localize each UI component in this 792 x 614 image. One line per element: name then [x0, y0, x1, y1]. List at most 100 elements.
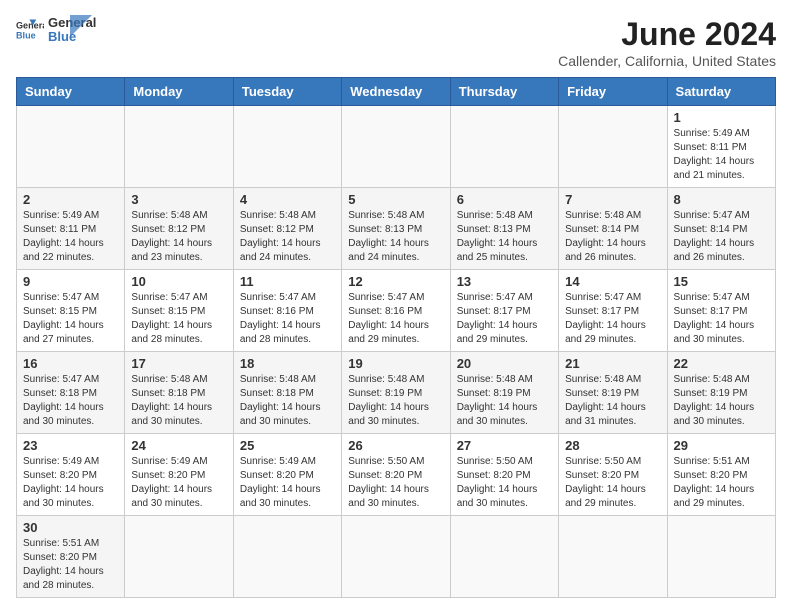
weekday-header-saturday: Saturday — [667, 78, 775, 106]
day-info: Sunrise: 5:47 AM Sunset: 8:17 PM Dayligh… — [565, 291, 660, 347]
day-info: Sunrise: 5:48 AM Sunset: 8:19 PM Dayligh… — [348, 373, 443, 429]
day-info: Sunrise: 5:47 AM Sunset: 8:16 PM Dayligh… — [240, 291, 335, 347]
calendar-day-cell: 30 Sunrise: 5:51 AM Sunset: 8:20 PM Dayli… — [17, 516, 125, 598]
day-number: 2 — [23, 192, 118, 207]
calendar-day-cell: 12 Sunrise: 5:47 AM Sunset: 8:16 PM Dayli… — [342, 270, 450, 352]
day-number: 4 — [240, 192, 335, 207]
calendar-week-row: 9Sunrise: 5:47 AM Sunset: 8:15 PM Daylig… — [17, 270, 776, 352]
weekday-header-monday: Monday — [125, 78, 233, 106]
calendar-day-cell: 18 Sunrise: 5:48 AM Sunset: 8:18 PM Dayli… — [233, 352, 341, 434]
day-number: 5 — [348, 192, 443, 207]
day-info: Sunrise: 5:50 AM Sunset: 8:20 PM Dayligh… — [457, 455, 552, 511]
weekday-header-thursday: Thursday — [450, 78, 558, 106]
day-number: 6 — [457, 192, 552, 207]
weekday-header-row: SundayMondayTuesdayWednesdayThursdayFrid… — [17, 78, 776, 106]
day-number: 25 — [240, 438, 335, 453]
svg-text:Blue: Blue — [16, 31, 36, 41]
day-number: 3 — [131, 192, 226, 207]
day-info: Sunrise: 5:47 AM Sunset: 8:17 PM Dayligh… — [674, 291, 769, 347]
calendar-day-cell: 17 Sunrise: 5:48 AM Sunset: 8:18 PM Dayli… — [125, 352, 233, 434]
calendar-day-cell: 20 Sunrise: 5:48 AM Sunset: 8:19 PM Dayli… — [450, 352, 558, 434]
day-info: Sunrise: 5:51 AM Sunset: 8:20 PM Dayligh… — [23, 537, 118, 593]
calendar-week-row: 30 Sunrise: 5:51 AM Sunset: 8:20 PM Dayli… — [17, 516, 776, 598]
weekday-header-tuesday: Tuesday — [233, 78, 341, 106]
day-number: 1 — [674, 110, 769, 125]
day-info: Sunrise: 5:48 AM Sunset: 8:12 PM Dayligh… — [131, 209, 226, 265]
calendar-day-cell: 14Sunrise: 5:47 AM Sunset: 8:17 PM Dayli… — [559, 270, 667, 352]
calendar-day-cell: 11Sunrise: 5:47 AM Sunset: 8:16 PM Dayli… — [233, 270, 341, 352]
day-number: 29 — [674, 438, 769, 453]
day-number: 26 — [348, 438, 443, 453]
day-number: 30 — [23, 520, 118, 535]
page-header: General Blue General Blue June 2024 Call… — [16, 16, 776, 69]
calendar-day-cell: 9Sunrise: 5:47 AM Sunset: 8:15 PM Daylig… — [17, 270, 125, 352]
calendar-day-cell: 13Sunrise: 5:47 AM Sunset: 8:17 PM Dayli… — [450, 270, 558, 352]
empty-day-cell — [233, 106, 341, 188]
calendar-day-cell: 22 Sunrise: 5:48 AM Sunset: 8:19 PM Dayli… — [667, 352, 775, 434]
day-info: Sunrise: 5:48 AM Sunset: 8:19 PM Dayligh… — [457, 373, 552, 429]
location-subtitle: Callender, California, United States — [558, 53, 776, 69]
calendar-day-cell: 10 Sunrise: 5:47 AM Sunset: 8:15 PM Dayli… — [125, 270, 233, 352]
day-info: Sunrise: 5:48 AM Sunset: 8:18 PM Dayligh… — [131, 373, 226, 429]
calendar-day-cell: 15 Sunrise: 5:47 AM Sunset: 8:17 PM Dayli… — [667, 270, 775, 352]
day-info: Sunrise: 5:48 AM Sunset: 8:19 PM Dayligh… — [674, 373, 769, 429]
weekday-header-friday: Friday — [559, 78, 667, 106]
calendar-day-cell: 2Sunrise: 5:49 AM Sunset: 8:11 PM Daylig… — [17, 188, 125, 270]
day-info: Sunrise: 5:47 AM Sunset: 8:15 PM Dayligh… — [131, 291, 226, 347]
svg-text:General: General — [16, 21, 44, 31]
calendar-day-cell: 27 Sunrise: 5:50 AM Sunset: 8:20 PM Dayli… — [450, 434, 558, 516]
calendar-day-cell: 8Sunrise: 5:47 AM Sunset: 8:14 PM Daylig… — [667, 188, 775, 270]
day-number: 21 — [565, 356, 660, 371]
calendar-day-cell: 26 Sunrise: 5:50 AM Sunset: 8:20 PM Dayli… — [342, 434, 450, 516]
general-blue-logo-icon: General Blue — [16, 16, 44, 44]
day-number: 24 — [131, 438, 226, 453]
empty-day-cell — [125, 516, 233, 598]
calendar-day-cell: 29 Sunrise: 5:51 AM Sunset: 8:20 PM Dayli… — [667, 434, 775, 516]
empty-day-cell — [667, 516, 775, 598]
day-number: 28 — [565, 438, 660, 453]
empty-day-cell — [233, 516, 341, 598]
day-number: 10 — [131, 274, 226, 289]
day-number: 18 — [240, 356, 335, 371]
calendar-day-cell: 21Sunrise: 5:48 AM Sunset: 8:19 PM Dayli… — [559, 352, 667, 434]
empty-day-cell — [17, 106, 125, 188]
day-info: Sunrise: 5:48 AM Sunset: 8:14 PM Dayligh… — [565, 209, 660, 265]
empty-day-cell — [450, 516, 558, 598]
calendar-day-cell: 3 Sunrise: 5:48 AM Sunset: 8:12 PM Daylig… — [125, 188, 233, 270]
calendar-table: SundayMondayTuesdayWednesdayThursdayFrid… — [16, 77, 776, 598]
day-info: Sunrise: 5:49 AM Sunset: 8:11 PM Dayligh… — [674, 127, 769, 183]
day-number: 20 — [457, 356, 552, 371]
day-number: 8 — [674, 192, 769, 207]
calendar-day-cell: 24Sunrise: 5:49 AM Sunset: 8:20 PM Dayli… — [125, 434, 233, 516]
day-info: Sunrise: 5:47 AM Sunset: 8:15 PM Dayligh… — [23, 291, 118, 347]
day-number: 27 — [457, 438, 552, 453]
empty-day-cell — [559, 106, 667, 188]
calendar-day-cell: 23Sunrise: 5:49 AM Sunset: 8:20 PM Dayli… — [17, 434, 125, 516]
calendar-day-cell: 25Sunrise: 5:49 AM Sunset: 8:20 PM Dayli… — [233, 434, 341, 516]
day-info: Sunrise: 5:49 AM Sunset: 8:20 PM Dayligh… — [23, 455, 118, 511]
empty-day-cell — [342, 516, 450, 598]
calendar-week-row: 23Sunrise: 5:49 AM Sunset: 8:20 PM Dayli… — [17, 434, 776, 516]
calendar-day-cell: 19 Sunrise: 5:48 AM Sunset: 8:19 PM Dayli… — [342, 352, 450, 434]
day-number: 15 — [674, 274, 769, 289]
day-number: 17 — [131, 356, 226, 371]
day-info: Sunrise: 5:48 AM Sunset: 8:12 PM Dayligh… — [240, 209, 335, 265]
empty-day-cell — [125, 106, 233, 188]
day-info: Sunrise: 5:50 AM Sunset: 8:20 PM Dayligh… — [348, 455, 443, 511]
month-title: June 2024 — [558, 16, 776, 53]
day-info: Sunrise: 5:48 AM Sunset: 8:13 PM Dayligh… — [348, 209, 443, 265]
day-number: 13 — [457, 274, 552, 289]
calendar-day-cell: 7Sunrise: 5:48 AM Sunset: 8:14 PM Daylig… — [559, 188, 667, 270]
day-number: 19 — [348, 356, 443, 371]
day-info: Sunrise: 5:51 AM Sunset: 8:20 PM Dayligh… — [674, 455, 769, 511]
weekday-header-sunday: Sunday — [17, 78, 125, 106]
day-info: Sunrise: 5:47 AM Sunset: 8:18 PM Dayligh… — [23, 373, 118, 429]
day-info: Sunrise: 5:48 AM Sunset: 8:18 PM Dayligh… — [240, 373, 335, 429]
day-info: Sunrise: 5:47 AM Sunset: 8:16 PM Dayligh… — [348, 291, 443, 347]
day-info: Sunrise: 5:50 AM Sunset: 8:20 PM Dayligh… — [565, 455, 660, 511]
day-number: 12 — [348, 274, 443, 289]
day-number: 22 — [674, 356, 769, 371]
calendar-day-cell: 28 Sunrise: 5:50 AM Sunset: 8:20 PM Dayli… — [559, 434, 667, 516]
calendar-day-cell: 16Sunrise: 5:47 AM Sunset: 8:18 PM Dayli… — [17, 352, 125, 434]
calendar-day-cell: 6Sunrise: 5:48 AM Sunset: 8:13 PM Daylig… — [450, 188, 558, 270]
